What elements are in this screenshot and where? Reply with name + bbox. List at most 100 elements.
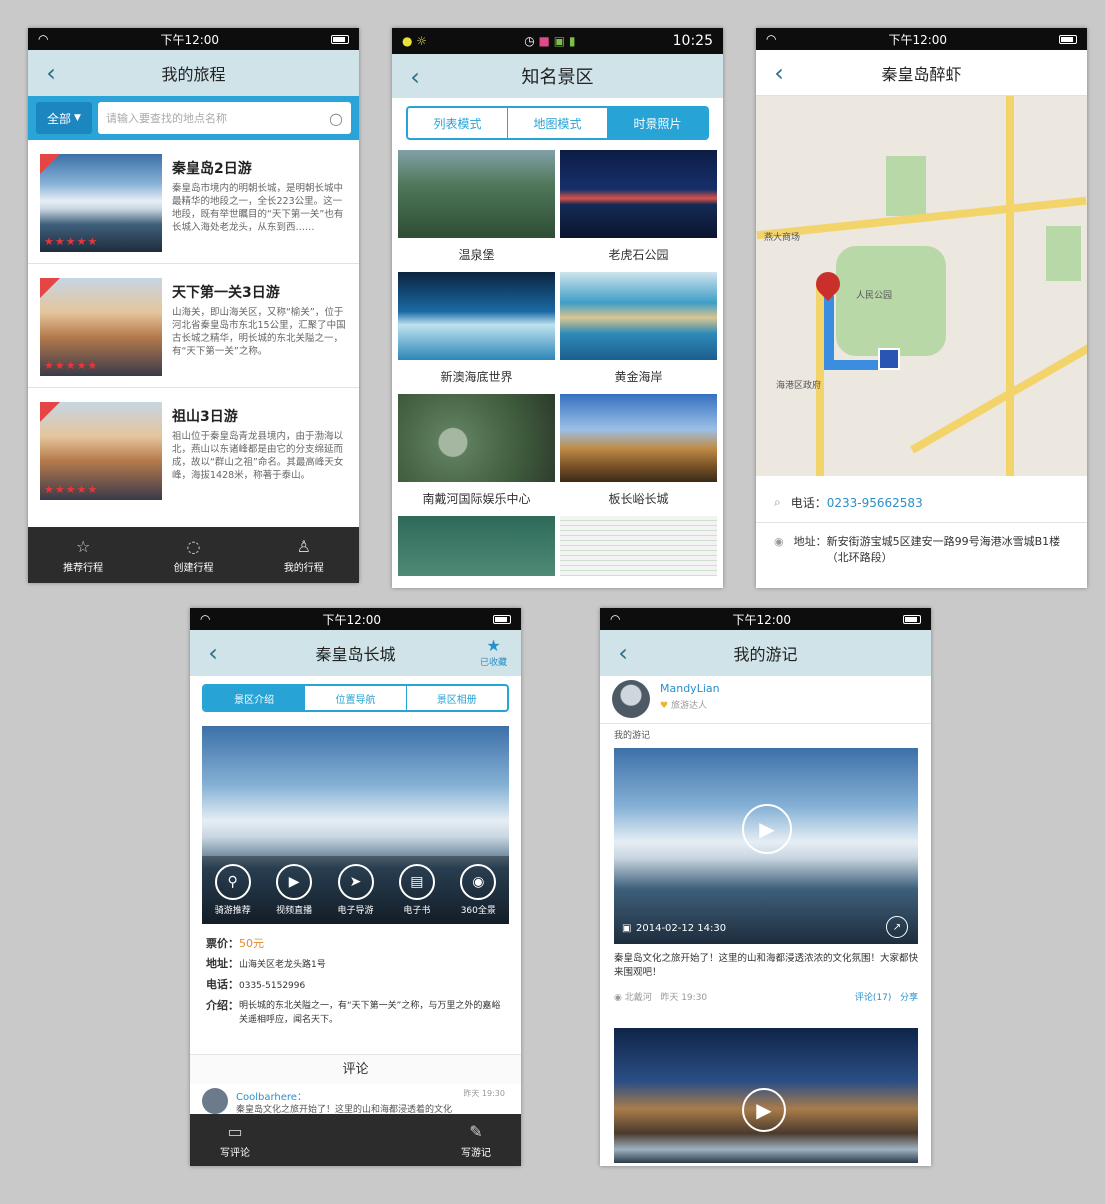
mode-switch: 列表模式 地图模式 时景照片 (406, 106, 709, 140)
post-image[interactable]: ▶ (614, 1028, 918, 1163)
page-title: 我的旅程 (161, 65, 226, 84)
avatar (202, 1088, 228, 1114)
hot-badge (40, 278, 60, 298)
post-time: 2014-02-12 14:30 (636, 923, 727, 934)
map-label: 人民公园 (856, 291, 893, 301)
action-ebook[interactable]: ▤ 电子书 (398, 864, 435, 916)
back-icon[interactable]: ‹ (766, 58, 792, 88)
eye-icon: ◉ (460, 864, 497, 900)
map-park (836, 246, 946, 356)
favorite-button[interactable]: ★ 已收藏 (480, 636, 507, 668)
tab-intro[interactable]: 景区介绍 (204, 686, 305, 710)
user-badge: ♥ 旅游达人 (660, 698, 707, 711)
phone-value[interactable]: 0233-95662583 (827, 496, 923, 510)
list-item[interactable]: ★★★★★ 秦皇岛2日游 秦皇岛市境内的明朝长城，是明朝长城中最精华的地段之一，… (28, 140, 359, 264)
trip-desc: 山海关，即山海关区，又称“榆关”，位于河北省秦皇岛市东北15公里，汇聚了中国古长… (172, 307, 346, 357)
rating-stars: ★★★★★ (44, 359, 99, 372)
end-marker-icon[interactable] (878, 348, 900, 370)
spot-name: 南戴河国际娱乐中心 (398, 482, 555, 516)
tab-map-mode[interactable]: 地图模式 (507, 108, 607, 138)
play-icon[interactable]: ▶ (742, 804, 792, 854)
addr-value: 山海关区老龙头路1号 (239, 960, 326, 970)
phone-restaurant: ◠ 下午12:00 ‹ 秦皇岛醉虾 人民公园 燕大商场 海港区政府 ⌕ 电话： … (756, 28, 1087, 588)
comments-title: 评论 (190, 1054, 521, 1084)
spot-card[interactable]: 老虎石公园 (560, 150, 717, 272)
navigation-icon: ➤ (337, 864, 374, 900)
spot-name: 老虎石公园 (560, 238, 717, 272)
write-travelogue-button[interactable]: ✎ 写游记 (461, 1122, 491, 1159)
tel-value[interactable]: 0335-5152996 (239, 981, 305, 991)
map-park (1046, 226, 1081, 281)
pen-icon: ✎ (469, 1121, 483, 1141)
post-image[interactable]: ▶ ▣ 2014-02-12 14:30 ↗ (614, 748, 918, 944)
battery-icon (902, 614, 921, 624)
action-cycling[interactable]: ⚲ 骑游推荐 (214, 864, 251, 916)
favorite-label: 已收藏 (479, 658, 507, 668)
spot-card[interactable] (560, 516, 717, 576)
search-icon[interactable]: ○ (329, 109, 343, 128)
filter-dropdown[interactable]: 全部 ▼ (36, 102, 92, 134)
spot-card[interactable]: 新澳海底世界 (398, 272, 555, 394)
page-title: 我的游记 (733, 645, 798, 664)
tab-list-mode[interactable]: 列表模式 (408, 108, 507, 138)
page-title: 知名景区 (521, 67, 594, 88)
avatar[interactable] (612, 680, 650, 718)
tab-my-trips[interactable]: ♙ 我的行程 (284, 537, 324, 574)
bottom-tab-bar: ☆ 推荐行程 ◌ 创建行程 ♙ 我的行程 (28, 527, 359, 583)
phone-famous-spots: ● ☼ ◷ ■ ▣ ▮ 10:25 ‹ 知名景区 列表模式 地图模式 时景照片 … (392, 28, 723, 588)
status-bar-android: ● ☼ ◷ ■ ▣ ▮ 10:25 (392, 28, 723, 54)
back-icon[interactable]: ‹ (402, 62, 428, 92)
nav-bar: ‹ 我的旅程 (28, 50, 359, 96)
heart-icon: ♥ (660, 701, 669, 711)
action-panorama[interactable]: ◉ 360全景 (460, 864, 497, 916)
battery-icon (330, 34, 349, 44)
trip-title: 天下第一关3日游 (172, 285, 280, 301)
play-icon[interactable]: ▶ (742, 1088, 786, 1132)
spot-image (398, 150, 555, 238)
action-label: 视频直播 (276, 906, 313, 916)
system-icons: ◷ ■ ▣ ▮ (524, 34, 576, 48)
ticket-label: 票价： (206, 937, 239, 950)
tab-label: 推荐行程 (63, 562, 104, 574)
tab-photo-mode[interactable]: 时景照片 (607, 108, 707, 138)
book-icon: ▤ (398, 864, 435, 900)
spot-card[interactable]: 南戴河国际娱乐中心 (398, 394, 555, 516)
tab-recommended-trips[interactable]: ☆ 推荐行程 (63, 537, 103, 574)
tab-create-trip[interactable]: ◌ 创建行程 (173, 537, 213, 574)
action-audio-guide[interactable]: ➤ 电子导游 (337, 864, 374, 916)
user-header: MandyLian ♥ 旅游达人 (600, 676, 931, 724)
post-meta: ◉ 北戴河 昨天 19:30 评论(17) 分享 (614, 990, 918, 1003)
address-row: ◉ 地址： 新安街游宝城5区建安一路99号海港冰雪城B1楼（北环路段） (756, 528, 1087, 566)
spot-card[interactable] (398, 516, 555, 576)
back-icon[interactable]: ‹ (38, 58, 64, 88)
list-item[interactable]: ★★★★★ 祖山3日游 祖山位于秦皇岛青龙县境内，由于渤海以北，燕山以东诸峰都是… (28, 388, 359, 512)
tab-label: 我的行程 (283, 562, 324, 574)
share-link[interactable]: 分享 (900, 993, 918, 1003)
map-label: 海港区政府 (776, 381, 822, 391)
commenter-name[interactable]: Coolbarhere： (236, 1088, 307, 1103)
write-comment-button[interactable]: ▭ 写评论 (220, 1122, 250, 1159)
spot-card[interactable]: 板长峪长城 (560, 394, 717, 516)
spot-image (560, 272, 717, 360)
map-label: 燕大商场 (764, 233, 801, 243)
share-icon[interactable]: ↗ (886, 916, 908, 938)
spot-card[interactable]: 黄金海岸 (560, 272, 717, 394)
meta-time: 昨天 19:30 (660, 993, 708, 1003)
phone-my-trips: ◠ 下午12:00 ‹ 我的旅程 全部 ▼ 请输入要查找的地点名称 ○ ★★★★… (28, 28, 359, 583)
back-icon[interactable]: ‹ (610, 638, 636, 668)
map-view[interactable]: 人民公园 燕大商场 海港区政府 (756, 96, 1087, 476)
notification-icons: ● ☼ (402, 34, 428, 48)
action-live-video[interactable]: ▶ 视频直播 (276, 864, 312, 916)
route-line (824, 360, 886, 370)
back-icon[interactable]: ‹ (200, 638, 226, 668)
user-name[interactable]: MandyLian (660, 682, 720, 695)
tab-album[interactable]: 景区相册 (405, 686, 507, 710)
search-input[interactable]: 请输入要查找的地点名称 ○ (98, 102, 351, 134)
spot-image (560, 150, 717, 238)
list-item[interactable]: ★★★★★ 天下第一关3日游 山海关，即山海关区，又称“榆关”，位于河北省秦皇岛… (28, 264, 359, 388)
tab-navigation[interactable]: 位置导航 (304, 686, 405, 710)
phone-row[interactable]: ⌕ 电话： 0233-95662583 (756, 483, 1087, 523)
spot-card[interactable]: 温泉堡 (398, 150, 555, 272)
trip-desc: 秦皇岛市境内的明朝长城，是明朝长城中最精华的地段之一，全长223公里。这一地段，… (172, 183, 344, 233)
comment-link[interactable]: 评论(17) (855, 993, 891, 1003)
